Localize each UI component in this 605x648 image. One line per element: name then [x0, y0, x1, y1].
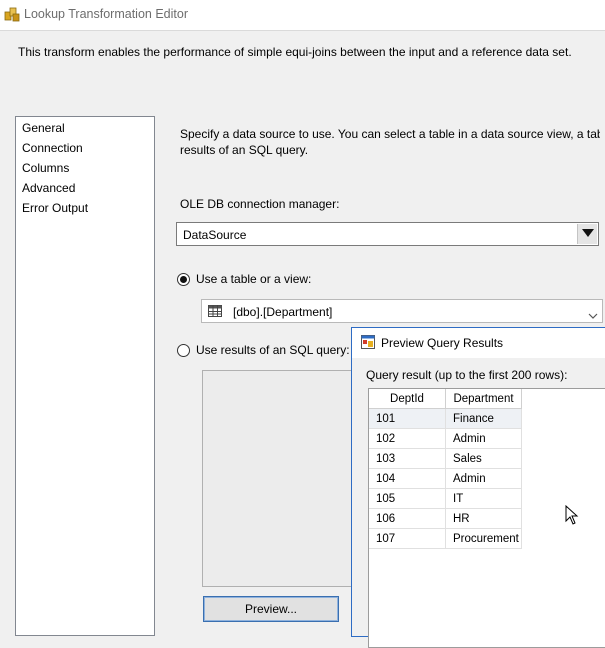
cell-deptid[interactable]: 107	[369, 529, 446, 549]
cell-department[interactable]: Admin	[446, 429, 522, 449]
cell-deptid[interactable]: 101	[369, 409, 446, 429]
radio-selected-dot	[180, 276, 187, 283]
cell-department[interactable]: Procurement	[446, 529, 522, 549]
nav-item-advanced[interactable]: Advanced	[22, 181, 75, 195]
page-navigation-list: General Connection Columns Advanced Erro…	[15, 116, 155, 636]
column-header-deptid[interactable]: DeptId	[369, 389, 446, 409]
table-grid-icon	[208, 305, 222, 320]
ssis-app-icon	[4, 6, 20, 22]
cell-department[interactable]: IT	[446, 489, 522, 509]
preview-window-icon	[361, 335, 375, 352]
radio-use-sql[interactable]	[177, 344, 190, 357]
triangle-down-icon	[582, 229, 594, 237]
nav-item-error-output[interactable]: Error Output	[22, 201, 88, 215]
cell-department[interactable]: Sales	[446, 449, 522, 469]
editor-description: This transform enables the performance o…	[18, 45, 572, 59]
instruction-line-1: Specify a data source to use. You can se…	[180, 127, 600, 141]
cell-department[interactable]: Finance	[446, 409, 522, 429]
window-title: Lookup Transformation Editor	[24, 7, 188, 21]
cell-deptid[interactable]: 104	[369, 469, 446, 489]
connection-manager-dropdown[interactable]: DataSource	[176, 222, 599, 246]
column-header-department[interactable]: Department	[446, 389, 522, 409]
dropdown-button[interactable]	[577, 224, 597, 244]
preview-window-title: Preview Query Results	[381, 336, 504, 350]
table-view-value: [dbo].[Department]	[233, 305, 333, 319]
cell-department[interactable]: HR	[446, 509, 522, 529]
query-result-caption: Query result (up to the first 200 rows):	[366, 368, 568, 382]
nav-item-general[interactable]: General	[22, 121, 65, 135]
preview-button[interactable]: Preview...	[203, 596, 339, 622]
radio-use-table-label[interactable]: Use a table or a view:	[196, 272, 311, 286]
nav-item-connection[interactable]: Connection	[22, 141, 83, 155]
sql-query-textbox[interactable]	[202, 370, 352, 587]
cell-deptid[interactable]: 105	[369, 489, 446, 509]
cell-deptid[interactable]: 106	[369, 509, 446, 529]
cell-deptid[interactable]: 103	[369, 449, 446, 469]
mouse-cursor-icon	[565, 504, 579, 528]
radio-use-table[interactable]	[177, 273, 190, 286]
connection-instructions: Specify a data source to use. You can se…	[180, 126, 600, 158]
chevron-down-icon[interactable]	[588, 308, 598, 322]
preview-title-bar[interactable]: Preview Query Results	[352, 328, 605, 358]
connection-manager-value: DataSource	[183, 228, 247, 242]
cell-department[interactable]: Admin	[446, 469, 522, 489]
instruction-line-2: results of an SQL query.	[180, 143, 309, 157]
nav-item-columns[interactable]: Columns	[22, 161, 69, 175]
cell-deptid[interactable]: 102	[369, 429, 446, 449]
radio-use-sql-label[interactable]: Use results of an SQL query:	[196, 343, 350, 357]
table-view-dropdown[interactable]: [dbo].[Department]	[201, 299, 603, 323]
connection-manager-label: OLE DB connection manager:	[180, 197, 340, 211]
title-divider	[0, 30, 605, 31]
preview-query-results-window: Preview Query Results Query result (up t…	[351, 327, 605, 648]
